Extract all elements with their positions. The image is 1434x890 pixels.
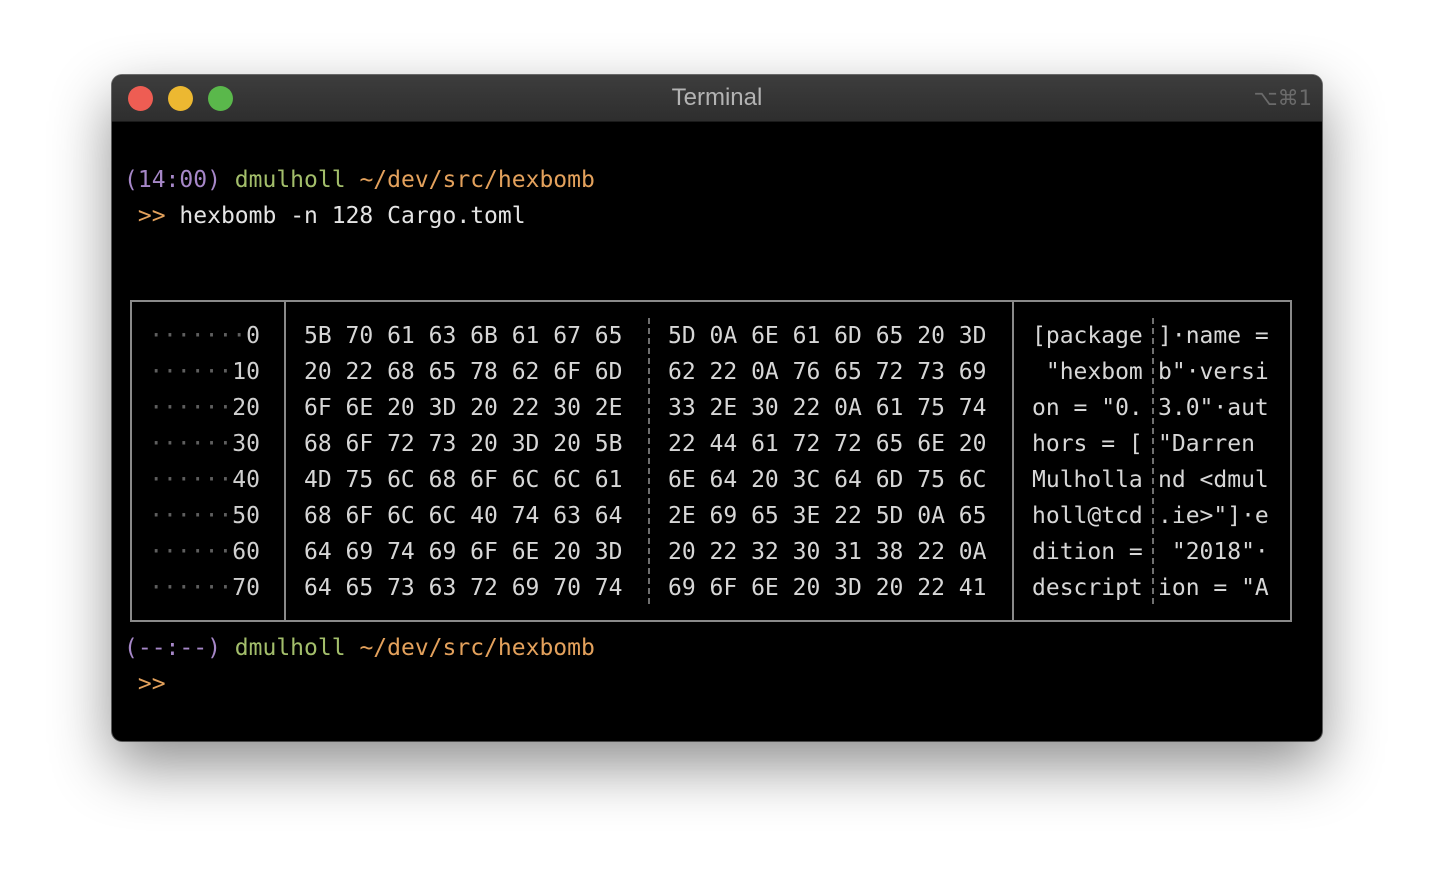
offset-value: 70 <box>232 575 260 601</box>
offset-cell: ······30 <box>149 426 260 462</box>
ascii-right: ]·name = <box>1158 323 1269 349</box>
prompt-path: ~/dev/src/hexbomb <box>359 635 595 661</box>
offset-cell: ······10 <box>149 354 260 390</box>
hex-bytes-right: 33 2E 30 22 0A 61 75 74 <box>668 395 987 421</box>
ascii-right: b"·versi <box>1158 359 1269 385</box>
hex-bytes-left: 64 65 73 63 72 69 70 74 <box>304 575 623 601</box>
hex-bytes-left: 6F 6E 20 3D 20 22 30 2E <box>304 395 623 421</box>
offset-value: 50 <box>232 503 260 529</box>
offset-cell: ······50 <box>149 498 260 534</box>
offset-padding: ······ <box>149 431 233 457</box>
offset-cell: ·······0 <box>149 318 260 354</box>
hex-bytes-right: 5D 0A 6E 61 6D 65 20 3D <box>668 323 987 349</box>
ascii-left: dition = <box>1032 539 1143 565</box>
hexdump-row: ·······0 5B 70 61 63 6B 61 67 65 5D 0A 6E … <box>132 318 1290 354</box>
hex-bytes-right: 6E 64 20 3C 64 6D 75 6C <box>668 467 987 493</box>
hexdump-row: ······60 64 69 74 69 6F 6E 20 3D 20 22 32 … <box>132 534 1290 570</box>
ascii-right: 3.0"·aut <box>1158 395 1269 421</box>
ascii-right: "Darren <box>1158 431 1269 457</box>
ascii-right: "2018"· <box>1158 539 1269 565</box>
offset-value: 40 <box>232 467 260 493</box>
prompt-time: (14:00) <box>124 167 221 193</box>
hex-bytes-right: 62 22 0A 76 65 72 73 69 <box>668 359 987 385</box>
offset-padding: ······ <box>149 539 233 565</box>
prompt-path: ~/dev/src/hexbomb <box>359 167 595 193</box>
ascii-right: ion = "A <box>1158 575 1269 601</box>
offset-value: 10 <box>232 359 260 385</box>
prompt-line-1: (14:00) dmulholl ~/dev/src/hexbomb <box>124 162 595 198</box>
offset-cell: ······20 <box>149 390 260 426</box>
ascii-left: Mulholla <box>1032 467 1143 493</box>
hex-bytes-left: 64 69 74 69 6F 6E 20 3D <box>304 539 623 565</box>
hex-bytes-left: 5B 70 61 63 6B 61 67 65 <box>304 323 623 349</box>
hex-bytes-left: 4D 75 6C 68 6F 6C 6C 61 <box>304 467 623 493</box>
ascii-left: holl@tcd <box>1032 503 1143 529</box>
title-bar[interactable]: Terminal ⌥⌘1 <box>112 75 1322 122</box>
offset-padding: ······ <box>149 503 233 529</box>
hexdump-row: ······30 68 6F 72 73 20 3D 20 5B 22 44 61 … <box>132 426 1290 462</box>
window-title: Terminal <box>671 84 763 111</box>
ascii-left: hors = [ <box>1032 431 1143 457</box>
offset-value: 30 <box>232 431 260 457</box>
command-line-1: >> hexbomb -n 128 Cargo.toml <box>124 198 526 234</box>
hexdump-row: ······50 68 6F 6C 6C 40 74 63 64 2E 69 65 … <box>132 498 1290 534</box>
hex-bytes-right: 2E 69 65 3E 22 5D 0A 65 <box>668 503 987 529</box>
offset-value: 20 <box>232 395 260 421</box>
ascii-right: .ie>"]·e <box>1158 503 1269 529</box>
terminal-window: Terminal ⌥⌘1 (14:00) dmulholl ~/dev/src/… <box>112 75 1322 741</box>
hex-bytes-right: 20 22 32 30 31 38 22 0A <box>668 539 987 565</box>
ascii-left: [package <box>1032 323 1143 349</box>
prompt-user: dmulholl <box>234 167 346 193</box>
prompt-time: (--:--) <box>124 635 221 661</box>
hexdump-row: ······10 20 22 68 65 78 62 6F 6D 62 22 0A … <box>132 354 1290 390</box>
prompt-arrow: >> <box>137 203 166 229</box>
terminal-content[interactable]: (14:00) dmulholl ~/dev/src/hexbomb >> he… <box>112 122 1322 741</box>
offset-cell: ······40 <box>149 462 260 498</box>
hex-bytes-right: 22 44 61 72 72 65 6E 20 <box>668 431 987 457</box>
hexdump-row: ······20 6F 6E 20 3D 20 22 30 2E 33 2E 30 … <box>132 390 1290 426</box>
offset-padding: ······ <box>149 395 233 421</box>
prompt-line-2: (--:--) dmulholl ~/dev/src/hexbomb <box>124 630 595 666</box>
ascii-left: "hexbom <box>1032 359 1143 385</box>
offset-value: 60 <box>232 539 260 565</box>
ascii-left: on = "0. <box>1032 395 1143 421</box>
offset-padding: ······ <box>149 359 233 385</box>
hex-bytes-left: 68 6F 6C 6C 40 74 63 64 <box>304 503 623 529</box>
offset-padding: ······· <box>149 323 247 349</box>
hex-bytes-left: 68 6F 72 73 20 3D 20 5B <box>304 431 623 457</box>
command-text: hexbomb -n 128 Cargo.toml <box>179 203 526 229</box>
hexdump-row: ······40 4D 75 6C 68 6F 6C 6C 61 6E 64 20 … <box>132 462 1290 498</box>
offset-padding: ······ <box>149 467 233 493</box>
hex-bytes-right: 69 6F 6E 20 3D 20 22 41 <box>668 575 987 601</box>
offset-padding: ······ <box>149 575 233 601</box>
command-line-2[interactable]: >> <box>124 666 166 702</box>
window-shortcut: ⌥⌘1 <box>1253 86 1312 110</box>
offset-cell: ······70 <box>149 570 260 606</box>
hexdump-row: ······70 64 65 73 63 72 69 70 74 69 6F 6E … <box>132 570 1290 606</box>
prompt-arrow: >> <box>137 671 166 697</box>
offset-value: 0 <box>246 323 260 349</box>
ascii-left: descript <box>1032 575 1143 601</box>
prompt-user: dmulholl <box>234 635 346 661</box>
hexdump-table: ·······0 5B 70 61 63 6B 61 67 65 5D 0A 6E … <box>130 300 1292 622</box>
ascii-right: nd <dmul <box>1158 467 1269 493</box>
offset-cell: ······60 <box>149 534 260 570</box>
hex-bytes-left: 20 22 68 65 78 62 6F 6D <box>304 359 623 385</box>
